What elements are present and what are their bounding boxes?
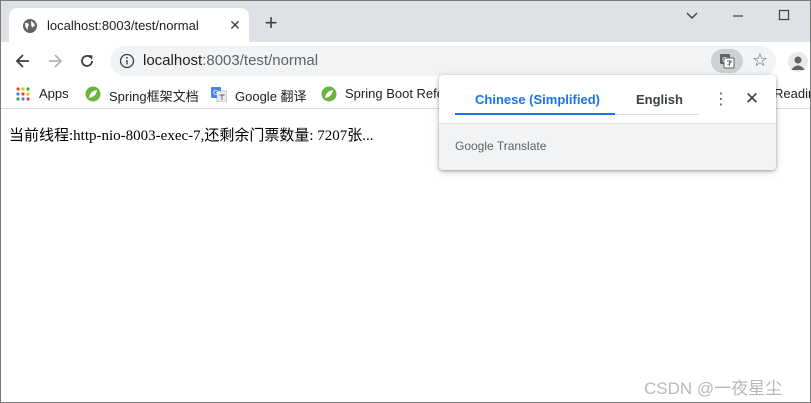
translate-page-button[interactable]: G [711, 49, 743, 73]
info-icon[interactable] [119, 53, 135, 69]
address-bar[interactable]: localhost:8003/test/normal G ☆ [110, 46, 776, 76]
bookmark-star-icon[interactable]: ☆ [750, 50, 770, 70]
bookmark-label: Readin [774, 86, 811, 101]
tab-title: localhost:8003/test/normal [47, 18, 199, 33]
close-icon[interactable]: ✕ [744, 90, 760, 108]
person-icon [791, 56, 805, 70]
browser-tab[interactable]: localhost:8003/test/normal ✕ [9, 8, 249, 42]
watermark: CSDN @一夜星尘 [644, 379, 783, 398]
globe-icon [23, 19, 37, 33]
apps-grid-icon [16, 87, 30, 101]
popup-footer: Google Translate [439, 124, 776, 170]
svg-text:G: G [722, 56, 727, 64]
forward-arrow-icon[interactable] [46, 52, 64, 70]
tab-strip: localhost:8003/test/normal ✕ + [0, 0, 811, 42]
google-translate-brand: Google Translate [455, 139, 547, 153]
bookmark-label: Spring Boot Refe [345, 86, 445, 101]
url-text[interactable]: localhost:8003/test/normal [143, 52, 318, 69]
google-translate-icon: G [211, 87, 227, 102]
page-content-text: 当前线程:http-nio-8003-exec-7,还剩余门票数量: 7207张… [9, 128, 374, 144]
lang-tab-source[interactable]: Chinese (Simplified) [475, 92, 600, 107]
bookmark-label: Apps [39, 86, 69, 101]
active-tab-indicator [455, 113, 615, 115]
minimize-icon[interactable] [728, 8, 748, 24]
tab-close-icon[interactable]: ✕ [227, 17, 243, 33]
lang-tab-target[interactable]: English [636, 92, 683, 107]
bookmark-label: Google 翻译 [235, 89, 307, 104]
profile-avatar[interactable] [788, 52, 808, 72]
url-path: :8003/test/normal [202, 52, 319, 69]
translate-icon: G [720, 54, 735, 69]
back-arrow-icon[interactable] [14, 52, 32, 70]
spring-leaf-icon [321, 86, 337, 102]
svg-text:G: G [213, 89, 218, 97]
bookmark-label: Spring框架文档 [109, 89, 199, 104]
spring-leaf-icon [85, 86, 101, 102]
more-options-icon[interactable]: ⋮ [713, 91, 729, 109]
new-tab-button[interactable]: + [262, 12, 280, 34]
translate-popup: Chinese (Simplified) English ⋮ ✕ Google … [439, 75, 776, 170]
maximize-icon[interactable] [774, 8, 794, 24]
tab-search-chevron-icon[interactable] [682, 8, 702, 24]
tab-divider [615, 114, 699, 115]
reload-icon[interactable] [78, 52, 96, 70]
url-host: localhost [143, 52, 203, 69]
